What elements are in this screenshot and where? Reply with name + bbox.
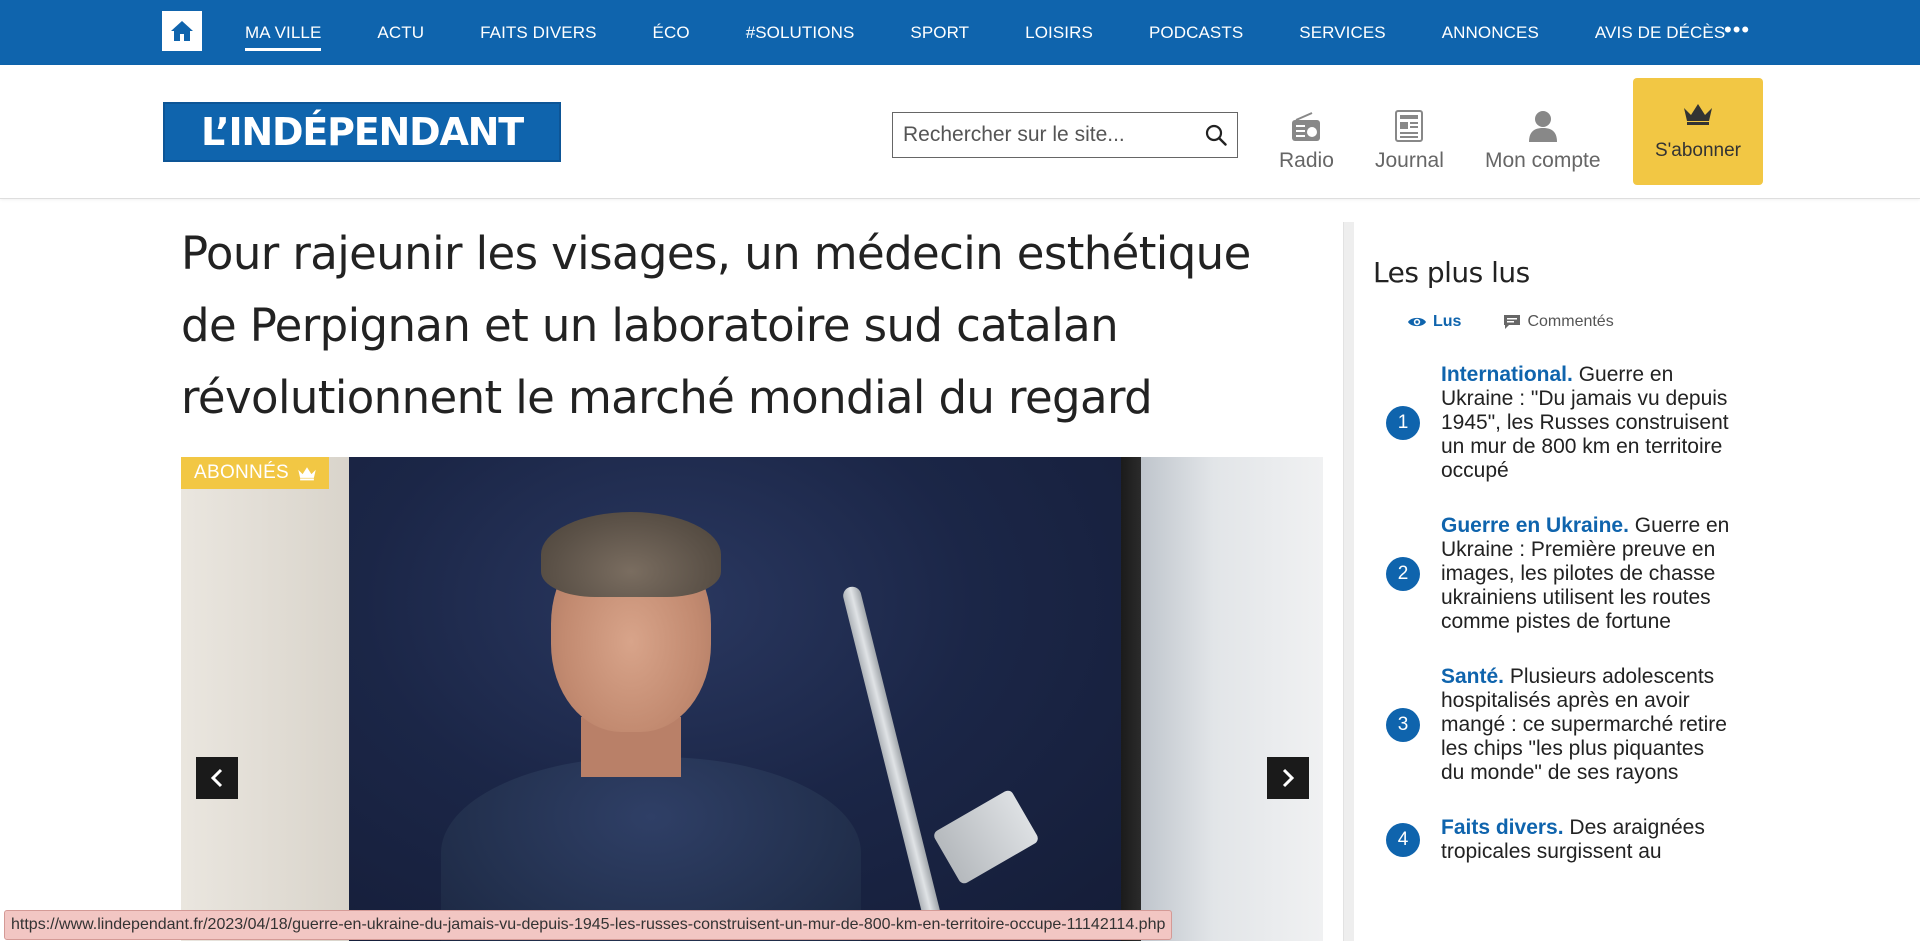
subscribe-button[interactable]: S'abonner xyxy=(1633,78,1763,185)
search-input[interactable] xyxy=(893,123,1195,147)
list-item-text: Santé. Plusieurs adolescents hospitalisé… xyxy=(1441,665,1731,785)
nav-item-avis-de-deces[interactable]: AVIS DE DÉCÈS xyxy=(1595,23,1725,43)
radio-icon xyxy=(1292,112,1321,141)
status-url: https://www.lindependant.fr/2023/04/18/g… xyxy=(11,916,1166,933)
user-icon xyxy=(1528,111,1557,142)
journal-label: Journal xyxy=(1375,149,1444,172)
sidebar-title: Les plus lus xyxy=(1373,256,1530,289)
list-item[interactable]: 3 Santé. Plusieurs adolescents hospitali… xyxy=(1373,665,1773,785)
subscribe-label: S'abonner xyxy=(1654,139,1742,161)
article-title: Pour rajeunir les visages, un médecin es… xyxy=(181,227,1251,424)
list-item-category: Santé. xyxy=(1441,665,1505,688)
site-header: L’INDÉPENDANT Radio xyxy=(0,65,1920,199)
list-item-category: Faits divers. xyxy=(1441,816,1564,839)
carousel-prev-button[interactable] xyxy=(196,757,238,799)
nav-item-ma-ville[interactable]: MA VILLE xyxy=(245,23,322,51)
nav-item-sport[interactable]: SPORT xyxy=(910,23,969,43)
list-item[interactable]: 1 International. Guerre en Ukraine : "Du… xyxy=(1373,363,1773,483)
chevron-right-icon xyxy=(1282,768,1295,788)
tab-lus-label: Lus xyxy=(1433,313,1462,330)
account-link[interactable]: Mon compte xyxy=(1485,103,1601,173)
rank-badge: 3 xyxy=(1386,708,1420,742)
search-box xyxy=(892,112,1238,158)
search-button[interactable] xyxy=(1195,113,1237,157)
badge-label: ABONNÉS xyxy=(194,462,290,483)
nav-item-services[interactable]: SERVICES xyxy=(1299,23,1385,43)
sidebar-tabs: Lus Commentés xyxy=(1407,313,1773,331)
list-item[interactable]: 2 Guerre en Ukraine. Guerre en Ukraine :… xyxy=(1373,514,1773,634)
nav-item-annonces[interactable]: ANNONCES xyxy=(1442,23,1539,43)
column-divider xyxy=(1343,222,1354,941)
crown-icon xyxy=(1684,103,1712,125)
search-icon xyxy=(1205,124,1227,146)
list-item-text: International. Guerre en Ukraine : "Du j… xyxy=(1441,363,1731,483)
crown-icon xyxy=(298,466,316,480)
subscribers-badge: ABONNÉS xyxy=(181,457,330,489)
list-item[interactable]: 4 Faits divers. Des araignées tropicales… xyxy=(1373,816,1773,864)
article-image-carousel: ABONNÉS xyxy=(181,457,1323,941)
nav-menu: MA VILLE ACTU FAITS DIVERS ÉCO #SOLUTION… xyxy=(245,0,1781,65)
nav-item-eco[interactable]: ÉCO xyxy=(653,23,690,43)
home-icon xyxy=(171,21,193,41)
nav-item-loisirs[interactable]: LOISIRS xyxy=(1025,23,1093,43)
browser-status-bar: https://www.lindependant.fr/2023/04/18/g… xyxy=(4,910,1173,940)
radio-label: Radio xyxy=(1279,149,1334,172)
logo-text: L’INDÉPENDANT xyxy=(200,110,524,154)
site-logo[interactable]: L’INDÉPENDANT xyxy=(163,102,561,162)
home-button[interactable] xyxy=(162,11,202,51)
nav-item-faits-divers[interactable]: FAITS DIVERS xyxy=(480,23,596,43)
most-read-sidebar: Les plus lus Lus Commentés 1 Internation… xyxy=(1373,222,1773,895)
tab-lus[interactable]: Lus xyxy=(1407,313,1461,331)
nav-item-actu[interactable]: ACTU xyxy=(377,23,424,43)
account-label: Mon compte xyxy=(1485,149,1601,172)
chevron-left-icon xyxy=(210,768,223,788)
rank-badge: 4 xyxy=(1386,823,1420,857)
journal-icon xyxy=(1395,110,1424,142)
photo-wall xyxy=(181,457,349,941)
tab-commentes[interactable]: Commentés xyxy=(1503,313,1614,331)
most-read-list: 1 International. Guerre en Ukraine : "Du… xyxy=(1373,363,1773,864)
top-navigation: MA VILLE ACTU FAITS DIVERS ÉCO #SOLUTION… xyxy=(0,0,1920,65)
rank-badge: 1 xyxy=(1386,406,1420,440)
eye-icon xyxy=(1408,317,1426,327)
rank-badge: 2 xyxy=(1386,557,1420,591)
journal-link[interactable]: Journal xyxy=(1375,103,1444,173)
photo-door-glass xyxy=(1141,457,1323,941)
carousel-next-button[interactable] xyxy=(1267,757,1309,799)
nav-item-solutions[interactable]: #SOLUTIONS xyxy=(746,23,855,43)
list-item-category: International. xyxy=(1441,363,1573,386)
photo-person-hair xyxy=(541,512,721,597)
tab-commentes-label: Commentés xyxy=(1527,313,1614,330)
nav-item-podcasts[interactable]: PODCASTS xyxy=(1149,23,1243,43)
list-item-category: Guerre en Ukraine. xyxy=(1441,514,1629,537)
list-item-text: Guerre en Ukraine. Guerre en Ukraine : P… xyxy=(1441,514,1731,634)
radio-link[interactable]: Radio xyxy=(1279,103,1334,173)
comment-icon xyxy=(1504,315,1521,329)
more-icon[interactable]: ••• xyxy=(1724,19,1750,41)
list-item-text: Faits divers. Des araignées tropicales s… xyxy=(1441,816,1731,864)
